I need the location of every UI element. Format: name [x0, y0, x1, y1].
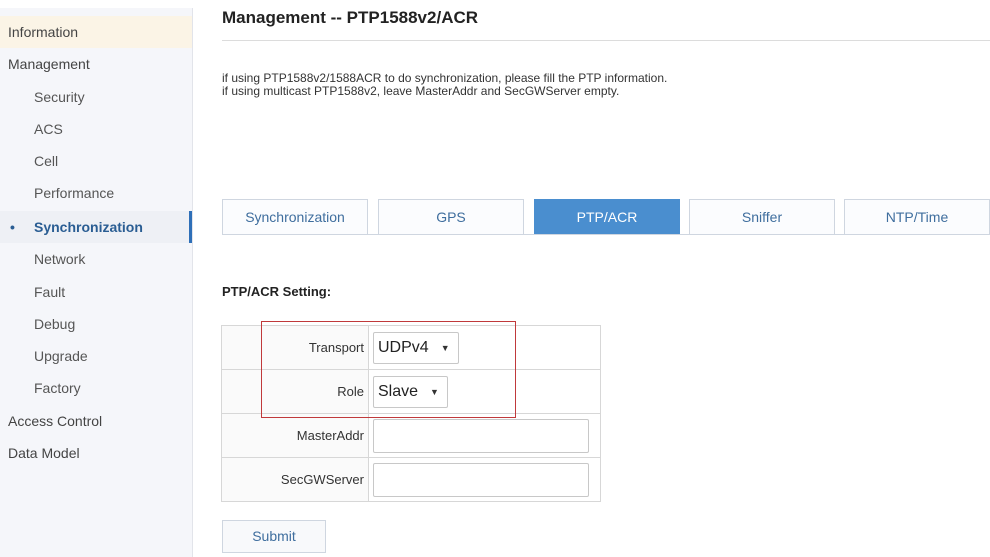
info-text: if using PTP1588v2/1588ACR to do synchro…	[222, 72, 667, 98]
sidebar-item-label: Performance	[34, 185, 115, 201]
sidebar-item-acs[interactable]: ACS	[0, 113, 192, 145]
sidebar-item-label: Data Model	[8, 445, 80, 461]
sidebar-item-upgrade[interactable]: Upgrade	[0, 340, 192, 372]
tab-gps[interactable]: GPS	[378, 199, 524, 234]
transport-value: UDPv4	[378, 338, 429, 356]
section-title: PTP/ACR Setting:	[222, 284, 332, 299]
tab-sniffer[interactable]: Sniffer	[689, 199, 835, 234]
sidebar-item-label: Cell	[34, 153, 59, 169]
sidebar-item-fault[interactable]: Fault	[0, 276, 192, 308]
submit-button[interactable]: Submit	[222, 520, 326, 553]
sidebar-item-network[interactable]: Network	[0, 243, 192, 275]
tab-ptp-acr[interactable]: PTP/ACR	[534, 199, 680, 234]
sidebar-item-factory[interactable]: Factory	[0, 372, 192, 404]
tab-divider	[222, 234, 990, 235]
title-divider	[222, 40, 990, 41]
sidebar-item-label: Synchronization	[34, 219, 143, 235]
sidebar-item-label: Information	[8, 24, 79, 40]
role-row: Role Slave ▼	[221, 369, 601, 414]
sidebar-item-label: Security	[34, 89, 85, 105]
sidebar-item-data-model[interactable]: Data Model	[0, 437, 192, 469]
transport-label: Transport	[221, 325, 369, 370]
sidebar-item-security[interactable]: Security	[0, 81, 192, 113]
secgwserver-input[interactable]	[373, 462, 589, 497]
info-line-2: if using multicast PTP1588v2, leave Mast…	[222, 84, 620, 98]
secgwserver-row: SecGWServer	[221, 457, 601, 502]
role-label: Role	[221, 369, 369, 414]
sidebar-item-cell[interactable]: Cell	[0, 145, 192, 177]
masteraddr-row: MasterAddr	[221, 413, 601, 458]
sidebar-item-label: Upgrade	[34, 348, 88, 364]
sidebar: Information Management Security ACS Cell…	[0, 8, 193, 557]
sidebar-item-information[interactable]: Information	[0, 16, 192, 48]
active-bullet: •	[10, 219, 15, 235]
role-value: Slave	[378, 382, 419, 400]
sidebar-item-label: ACS	[34, 121, 63, 137]
sidebar-item-label: Factory	[34, 380, 81, 396]
sidebar-item-debug[interactable]: Debug	[0, 308, 192, 340]
chevron-down-icon: ▼	[440, 342, 450, 353]
secgwserver-label: SecGWServer	[221, 457, 369, 502]
masteraddr-label: MasterAddr	[221, 413, 369, 458]
masteraddr-input[interactable]	[373, 418, 589, 453]
tab-ntp-time[interactable]: NTP/Time	[844, 199, 990, 234]
ptp-settings-table: Transport UDPv4 ▼ Role Slave ▼ MasterAddr …	[221, 325, 601, 502]
transport-row: Transport UDPv4 ▼	[221, 325, 601, 370]
page-title: Management -- PTP1588v2/ACR	[222, 8, 479, 27]
sidebar-item-label: Debug	[34, 316, 76, 332]
sidebar-item-label: Network	[34, 251, 86, 267]
sidebar-item-label: Fault	[34, 284, 66, 300]
chevron-down-icon: ▼	[430, 386, 439, 397]
transport-select[interactable]: UDPv4 ▼	[373, 331, 459, 364]
sidebar-item-access-control[interactable]: Access Control	[0, 405, 192, 437]
role-select[interactable]: Slave ▼	[373, 375, 448, 408]
sidebar-item-label: Access Control	[8, 413, 103, 429]
sidebar-item-management[interactable]: Management	[0, 48, 192, 80]
sidebar-item-performance[interactable]: Performance	[0, 177, 192, 209]
sidebar-item-label: Management	[8, 56, 90, 72]
sidebar-item-synchronization[interactable]: • Synchronization	[0, 211, 192, 243]
tab-synchronization[interactable]: Synchronization	[222, 199, 368, 234]
